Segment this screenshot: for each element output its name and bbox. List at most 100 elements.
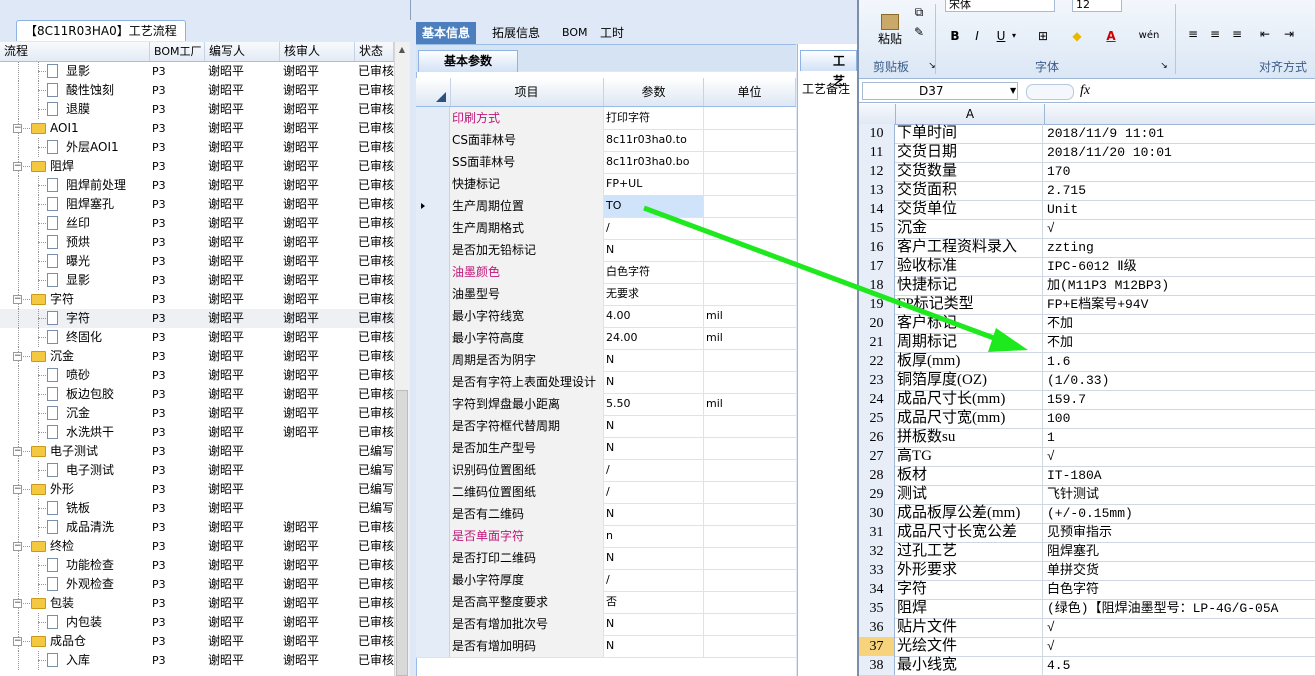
row-number[interactable]: 17 — [859, 257, 895, 276]
param-row[interactable]: 字符到焊盘最小距离 5.50 mil — [416, 393, 796, 416]
param-unit-cell[interactable] — [704, 547, 796, 569]
param-unit-cell[interactable] — [704, 503, 796, 525]
param-unit-cell[interactable] — [704, 239, 796, 261]
row-number[interactable]: 32 — [859, 542, 895, 561]
tree-row[interactable]: 铣板 P3 谢昭平 已编写 — [0, 499, 394, 518]
collapse-icon[interactable]: − — [13, 124, 22, 133]
param-value-cell[interactable]: 打印字符 — [604, 107, 704, 129]
param-row[interactable]: 是否有增加明码 N — [416, 635, 796, 658]
increase-indent-icon[interactable]: ⇥ — [1279, 24, 1299, 44]
cell-column-b[interactable]: zzting — [1045, 238, 1315, 257]
param-value-cell[interactable]: 24.00 — [604, 327, 704, 349]
tab-work-hours[interactable]: 工时 — [594, 22, 630, 44]
cell-column-b[interactable]: √ — [1045, 618, 1315, 637]
param-value-cell[interactable]: / — [604, 459, 704, 481]
param-value-cell[interactable]: N — [604, 371, 704, 393]
font-launcher-icon[interactable]: ↘ — [1159, 56, 1169, 76]
param-value-cell[interactable]: N — [604, 547, 704, 569]
cell-column-b[interactable]: 159.7 — [1045, 390, 1315, 409]
row-selector[interactable] — [416, 415, 450, 437]
border-icon[interactable]: ⊞ — [1031, 26, 1055, 46]
tree-row[interactable]: 电子测试 P3 谢昭平 已编写 — [0, 461, 394, 480]
row-number[interactable]: 26 — [859, 428, 895, 447]
cell-column-a[interactable]: 高TG — [895, 447, 1043, 466]
cell-column-a[interactable]: 交货单位 — [895, 200, 1043, 219]
param-unit-cell[interactable] — [704, 107, 796, 129]
column-header-writer[interactable]: 编写人 — [205, 42, 280, 61]
collapse-icon[interactable]: − — [13, 295, 22, 304]
cell-column-a[interactable]: 交货数量 — [895, 162, 1043, 181]
param-row[interactable]: 识别码位置图纸 / — [416, 459, 796, 482]
param-value-cell[interactable]: N — [604, 349, 704, 371]
tree-row[interactable]: 显影 P3 谢昭平 谢昭平 已审核 — [0, 271, 394, 290]
param-value-cell[interactable]: N — [604, 613, 704, 635]
cell-column-b[interactable]: 170 — [1045, 162, 1315, 181]
param-value-cell[interactable]: N — [604, 503, 704, 525]
param-value-cell[interactable]: / — [604, 569, 704, 591]
param-unit-cell[interactable]: mil — [704, 305, 796, 327]
param-unit-cell[interactable] — [704, 195, 796, 217]
tree-row[interactable]: 阻焊塞孔 P3 谢昭平 谢昭平 已审核 — [0, 195, 394, 214]
row-number[interactable]: 13 — [859, 181, 895, 200]
tree-row[interactable]: − 沉金 P3 谢昭平 谢昭平 已审核 — [0, 347, 394, 366]
param-unit-cell[interactable]: mil — [704, 327, 796, 349]
param-unit-cell[interactable] — [704, 129, 796, 151]
row-number[interactable]: 11 — [859, 143, 895, 162]
tree-row[interactable]: − 外形 P3 谢昭平 已编写 — [0, 480, 394, 499]
row-number[interactable]: 18 — [859, 276, 895, 295]
param-value-cell[interactable]: n — [604, 525, 704, 547]
param-unit-cell[interactable] — [704, 151, 796, 173]
cell-column-a[interactable]: 阻焊 — [895, 599, 1043, 618]
row-number[interactable]: 23 — [859, 371, 895, 390]
tree-row[interactable]: − 包装 P3 谢昭平 谢昭平 已审核 — [0, 594, 394, 613]
row-selector[interactable] — [416, 349, 450, 371]
param-unit-cell[interactable] — [704, 261, 796, 283]
cell-column-a[interactable]: FP标记类型 — [895, 295, 1043, 314]
row-selector[interactable] — [416, 327, 450, 349]
tree-row[interactable]: 退膜 P3 谢昭平 谢昭平 已审核 — [0, 100, 394, 119]
row-selector[interactable] — [416, 591, 450, 613]
format-painter-icon[interactable]: ✎ — [911, 22, 927, 39]
param-row[interactable]: 生产周期格式 / — [416, 217, 796, 240]
row-selector[interactable] — [416, 547, 450, 569]
scroll-up-arrow-icon[interactable]: ▲ — [396, 44, 408, 56]
cell-column-b[interactable]: 白色字符 — [1045, 580, 1315, 599]
cell-column-b[interactable]: 加(M11P3 M12BP3) — [1045, 276, 1315, 295]
tree-row[interactable]: − AOI1 P3 谢昭平 谢昭平 已审核 — [0, 119, 394, 138]
collapse-icon[interactable]: − — [13, 485, 22, 494]
tab-basic-params[interactable]: 基本参数 — [418, 50, 518, 72]
row-selector[interactable] — [416, 217, 450, 239]
row-number[interactable]: 36 — [859, 618, 895, 637]
row-selector[interactable] — [416, 239, 450, 261]
align-right-icon[interactable]: ≡ — [1227, 24, 1247, 44]
tree-row[interactable]: 酸性蚀刻 P3 谢昭平 谢昭平 已审核 — [0, 81, 394, 100]
param-row[interactable]: 是否字符框代替周期 N — [416, 415, 796, 438]
cell-column-a[interactable]: 交货日期 — [895, 143, 1043, 162]
param-row[interactable]: 最小字符线宽 4.00 mil — [416, 305, 796, 328]
tree-row[interactable]: 外层AOI1 P3 谢昭平 谢昭平 已审核 — [0, 138, 394, 157]
cell-column-a[interactable]: 客户工程资料录入 — [895, 238, 1043, 257]
param-value-cell[interactable]: N — [604, 635, 704, 657]
collapse-icon[interactable]: − — [13, 637, 22, 646]
formula-bar-slider[interactable] — [1026, 84, 1074, 100]
param-value-cell[interactable]: 否 — [604, 591, 704, 613]
cell-column-a[interactable]: 铜箔厚度(OZ) — [895, 371, 1043, 390]
tree-row[interactable]: 沉金 P3 谢昭平 谢昭平 已审核 — [0, 404, 394, 423]
tree-row[interactable]: 功能检查 P3 谢昭平 谢昭平 已审核 — [0, 556, 394, 575]
row-number[interactable]: 38 — [859, 656, 895, 675]
cell-column-b[interactable]: 飞针测试 — [1045, 485, 1315, 504]
cell-column-b[interactable]: IT-180A — [1045, 466, 1315, 485]
cell-column-a[interactable]: 客户标记 — [895, 314, 1043, 333]
underline-dropdown-icon[interactable]: ▾ — [1009, 26, 1019, 46]
grid-header-param[interactable]: 参数 — [604, 78, 704, 106]
tree-row[interactable]: 预烘 P3 谢昭平 谢昭平 已审核 — [0, 233, 394, 252]
column-header-a[interactable]: A — [895, 104, 1045, 124]
row-selector[interactable] — [416, 173, 450, 195]
cell-column-a[interactable]: 过孔工艺 — [895, 542, 1043, 561]
cell-column-b[interactable]: 阻焊塞孔 — [1045, 542, 1315, 561]
tree-row[interactable]: 曝光 P3 谢昭平 谢昭平 已审核 — [0, 252, 394, 271]
cell-column-a[interactable]: 板材 — [895, 466, 1043, 485]
cell-column-a[interactable]: 验收标准 — [895, 257, 1043, 276]
row-selector[interactable] — [416, 503, 450, 525]
tree-row[interactable]: − 阻焊 P3 谢昭平 谢昭平 已审核 — [0, 157, 394, 176]
